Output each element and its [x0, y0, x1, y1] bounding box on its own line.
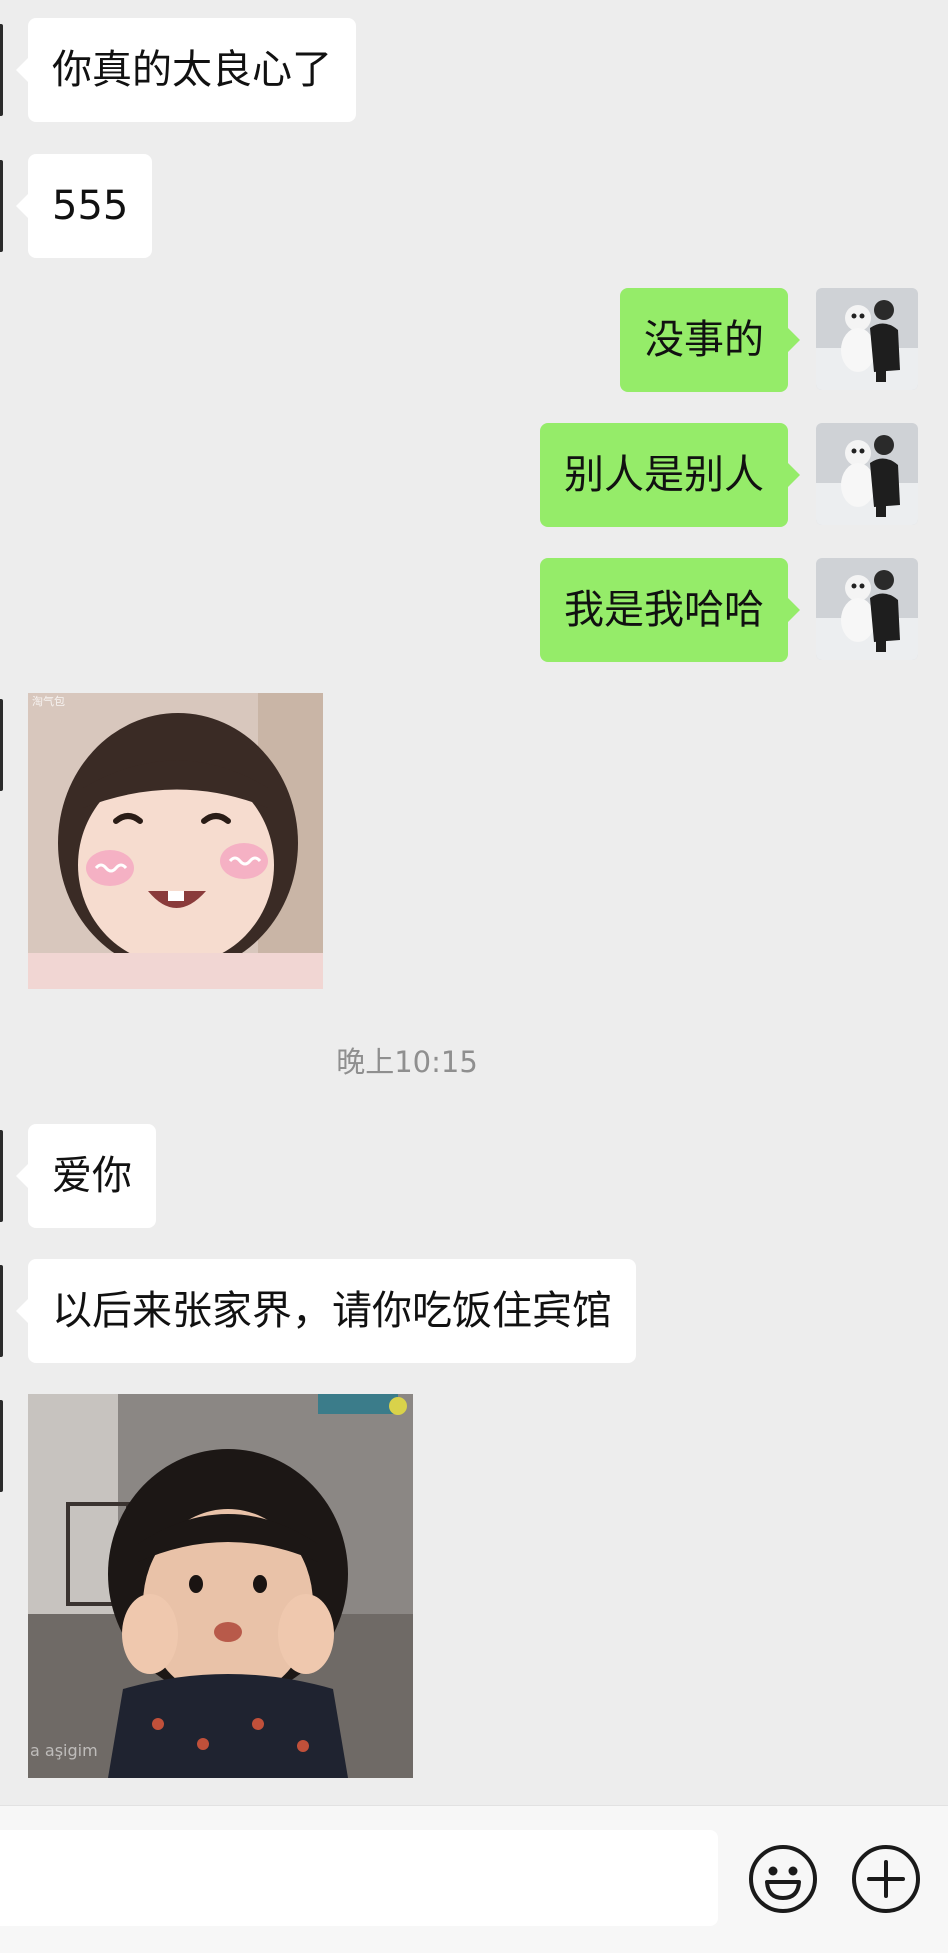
message-bubble-incoming[interactable]: 爱你 — [16, 1124, 156, 1228]
input-bar — [0, 1805, 948, 1953]
message-row-incoming: 以后来张家界，请你吃饭住宾馆 — [0, 1259, 948, 1363]
message-row-incoming: 555 — [0, 154, 948, 258]
more-button[interactable] — [851, 1844, 921, 1914]
message-timestamp: 晚上10:15 — [336, 1045, 478, 1079]
message-row-outgoing: 别人是别人 — [0, 423, 948, 527]
avatar-edge — [0, 1130, 3, 1222]
emoji-button[interactable] — [748, 1844, 818, 1914]
my-avatar[interactable] — [816, 558, 918, 660]
message-row-incoming-sticker: a aşigim — [0, 1394, 948, 1778]
chat-area[interactable]: 你真的太良心了 555 没事的 别人是别人 我是我哈哈 淘气包 晚上10:15 … — [0, 0, 948, 1805]
avatar-edge — [0, 24, 3, 116]
sticker-girl-hands-on-cheeks[interactable]: a aşigim — [28, 1394, 413, 1778]
message-bubble-outgoing[interactable]: 别人是别人 — [540, 423, 800, 527]
avatar-edge — [0, 1400, 3, 1492]
avatar-edge — [0, 160, 3, 252]
message-bubble-incoming[interactable]: 以后来张家界，请你吃饭住宾馆 — [16, 1259, 636, 1363]
message-bubble-outgoing[interactable]: 没事的 — [620, 288, 800, 392]
message-row-outgoing: 没事的 — [0, 288, 948, 392]
avatar-edge — [0, 699, 3, 791]
sticker-watermark: a aşigim — [30, 1741, 98, 1760]
message-bubble-outgoing[interactable]: 我是我哈哈 — [540, 558, 800, 662]
message-bubble-incoming[interactable]: 555 — [15, 154, 153, 258]
message-bubble-incoming[interactable]: 你真的太良心了 — [16, 18, 356, 122]
my-avatar[interactable] — [816, 288, 918, 390]
message-row-incoming: 你真的太良心了 — [0, 18, 948, 122]
message-input[interactable] — [0, 1830, 718, 1926]
message-row-outgoing: 我是我哈哈 — [0, 558, 948, 662]
my-avatar[interactable] — [816, 423, 918, 525]
sticker-baby-smiling[interactable]: 淘气包 — [28, 693, 323, 989]
smiley-face-icon — [749, 1845, 817, 1913]
message-row-incoming: 爱你 — [0, 1124, 948, 1228]
avatar-edge — [0, 1265, 3, 1357]
sticker-watermark: 淘气包 — [32, 695, 65, 708]
message-row-incoming-sticker: 淘气包 — [0, 693, 948, 989]
plus-circle-icon — [852, 1845, 920, 1913]
